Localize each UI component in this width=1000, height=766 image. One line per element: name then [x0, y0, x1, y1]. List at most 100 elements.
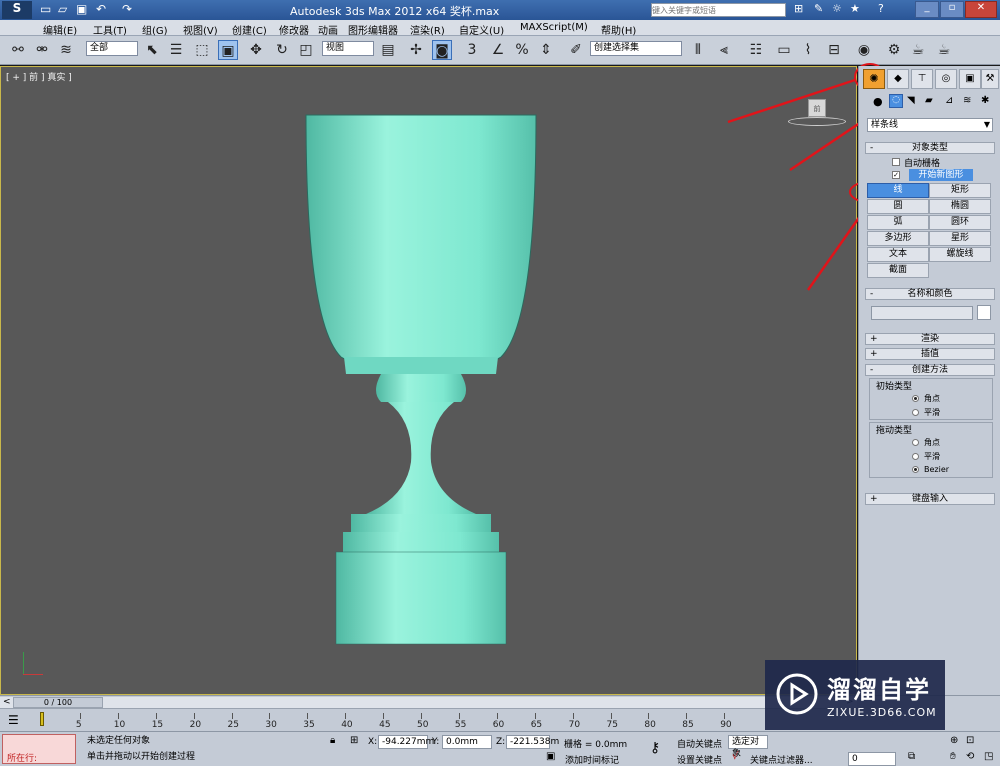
menu-rendering[interactable]: 渲染(R) [410, 22, 445, 37]
object-name-field[interactable] [871, 306, 973, 320]
arc-button[interactable]: 弧 [867, 215, 929, 230]
minimize-button[interactable]: _ [915, 1, 939, 18]
angle-snap-icon[interactable]: ∠ [488, 40, 508, 60]
helpers-icon[interactable]: ⊿ [945, 95, 953, 106]
menu-modifiers[interactable]: 修改器 [279, 22, 309, 37]
ngon-button[interactable]: 多边形 [867, 231, 929, 246]
rotate-icon[interactable]: ↻ [272, 40, 292, 60]
auto-key-button[interactable]: 自动关键点 [677, 737, 722, 750]
tab-modify[interactable]: ◆ [887, 69, 909, 89]
rollout-creation-method[interactable]: - 创建方法 [865, 364, 995, 376]
redo-icon[interactable]: ↷ [122, 2, 132, 16]
save-file-icon[interactable]: ▣ [76, 2, 87, 16]
schematic-view-icon[interactable]: ⊟ [824, 40, 844, 60]
x-coordinate-field[interactable]: -94.227mm [378, 735, 434, 749]
menu-help[interactable]: 帮助(H) [601, 22, 636, 37]
time-slider[interactable]: < 0 / 100 > [0, 697, 857, 709]
material-editor-icon[interactable]: ◉ [854, 40, 874, 60]
circle-button[interactable]: 圆 [867, 199, 929, 214]
ellipse-button[interactable]: 椭圆 [929, 199, 991, 214]
tab-hierarchy[interactable]: ⊤ [911, 69, 933, 89]
zoom-icon[interactable]: ⊕ [950, 735, 958, 746]
maxscript-listener[interactable]: 所在行: [2, 734, 76, 764]
menu-views[interactable]: 视图(V) [183, 22, 218, 37]
subscription-icon[interactable]: ✎ [814, 2, 823, 15]
rollout-interpolation[interactable]: + 插值 [865, 348, 995, 360]
window-crossing-icon[interactable]: ▣ [218, 40, 238, 60]
menu-maxscript[interactable]: MAXScript(M) [520, 22, 588, 33]
link-icon[interactable]: ⚯ [8, 40, 28, 60]
tab-utilities[interactable]: ⚒ [981, 69, 999, 89]
rollout-rendering[interactable]: + 渲染 [865, 333, 995, 345]
pan-icon[interactable]: ✋︎ [950, 751, 956, 762]
bind-spacewarp-icon[interactable]: ≋ [56, 40, 76, 60]
binoculars-icon[interactable]: ⊞ [794, 2, 803, 15]
shapes-icon[interactable]: ◌ [889, 94, 903, 108]
start-new-shape-checkbox[interactable]: ✓ 开始新图形 [892, 169, 973, 181]
align-icon[interactable]: ⫷ [714, 40, 734, 60]
open-file-icon[interactable]: ▱ [58, 2, 67, 16]
favorites-icon[interactable]: ★ [850, 2, 860, 15]
rollout-keyboard-entry[interactable]: + 键盘输入 [865, 493, 995, 505]
time-config-icon[interactable]: ⧉ [908, 751, 915, 762]
text-button[interactable]: 文本 [867, 247, 929, 262]
menu-graph-editors[interactable]: 图形编辑器 [348, 22, 398, 37]
current-frame-field[interactable]: 0 [848, 752, 896, 766]
object-color-swatch[interactable] [977, 305, 991, 320]
graphite-ribbon-icon[interactable]: ▭ [774, 40, 794, 60]
systems-icon[interactable]: ✱ [981, 95, 989, 106]
drag-smooth-radio[interactable]: 平滑 [912, 451, 940, 462]
key-filters-button[interactable]: 关键点过滤器... [750, 753, 813, 766]
rectangle-button[interactable]: 矩形 [929, 183, 991, 198]
section-button[interactable]: 截面 [867, 263, 929, 278]
move-icon[interactable]: ✥ [246, 40, 266, 60]
tab-motion[interactable]: ◎ [935, 69, 957, 89]
close-button[interactable]: ✕ [965, 1, 997, 18]
key-filters-icon[interactable]: √ [732, 751, 738, 762]
undo-icon[interactable]: ↶ [96, 2, 106, 16]
helix-button[interactable]: 螺旋线 [929, 247, 991, 262]
add-time-tag-button[interactable]: 添加时间标记 [565, 753, 619, 766]
select-object-icon[interactable]: ⬉ [142, 40, 162, 60]
percent-snap-icon[interactable]: % [512, 40, 532, 60]
new-file-icon[interactable]: ▭ [40, 2, 51, 16]
render-production-icon[interactable]: ☕ [934, 40, 954, 60]
key-icon[interactable]: ⚷ [650, 740, 660, 756]
set-key-button[interactable]: 设置关键点 [677, 753, 722, 766]
initial-smooth-radio[interactable]: 平滑 [912, 407, 940, 418]
drag-corner-radio[interactable]: 角点 [912, 437, 940, 448]
rollout-object-type[interactable]: - 对象类型 [865, 142, 995, 154]
donut-button[interactable]: 圆环 [929, 215, 991, 230]
pivot-center-icon[interactable]: ▤ [378, 40, 398, 60]
rendered-frame-icon[interactable]: ☕ [908, 40, 928, 60]
initial-corner-radio[interactable]: 角点 [912, 393, 940, 404]
frame-counter[interactable]: 0 / 100 [13, 697, 103, 708]
selected-object-dropdown[interactable]: 选定对象 [728, 735, 768, 759]
layer-manager-icon[interactable]: ☷ [746, 40, 766, 60]
communication-icon[interactable]: ☼ [832, 2, 842, 15]
rectangular-selection-icon[interactable]: ⬚ [192, 40, 212, 60]
y-coordinate-field[interactable]: 0.0mm [442, 735, 492, 749]
time-cursor[interactable] [40, 712, 44, 726]
z-coordinate-field[interactable]: -221.538m [506, 735, 559, 749]
spacewarps-icon[interactable]: ≋ [963, 95, 971, 106]
cameras-icon[interactable]: ▰ [925, 95, 933, 106]
trophy-model[interactable] [296, 112, 546, 652]
snap-3d-icon[interactable]: 3 [462, 40, 482, 60]
curve-editor-icon[interactable]: ⌇ [798, 40, 818, 60]
select-by-name-icon[interactable]: ☰ [166, 40, 186, 60]
drag-bezier-radio[interactable]: Bezier [912, 465, 949, 474]
render-setup-icon[interactable]: ⚙ [884, 40, 904, 60]
category-dropdown[interactable]: 样条线 ▼ [867, 118, 993, 132]
selection-filter-dropdown[interactable]: 全部 [86, 41, 138, 56]
viewport-label[interactable]: [ + ] 前 ] 真实 ] [6, 70, 72, 83]
menu-customize[interactable]: 自定义(U) [459, 22, 504, 37]
menu-edit[interactable]: 编辑(E) [43, 22, 77, 37]
lock-selection-icon[interactable]: 🔒︎ [330, 735, 335, 746]
search-input[interactable] [651, 3, 786, 17]
start-new-shape-button[interactable]: 开始新图形 [908, 169, 973, 181]
orbit-icon[interactable]: ⟲ [966, 751, 974, 762]
named-selection-dropdown[interactable]: 创建选择集 [590, 41, 682, 56]
maximize-viewport-icon[interactable]: ◳ [984, 751, 993, 762]
lights-icon[interactable]: ◥ [907, 95, 915, 106]
